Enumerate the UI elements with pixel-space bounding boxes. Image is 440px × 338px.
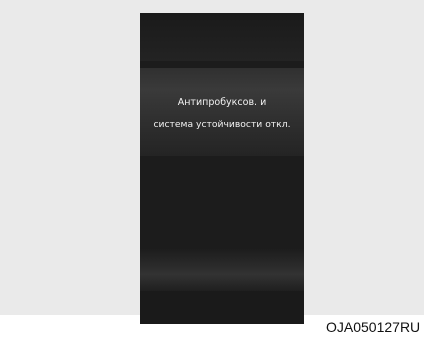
warning-message-line-2: система устойчивости откл. [153, 119, 291, 130]
warning-message-line-1: Антипробуксов. и [177, 97, 267, 108]
display-top-band [140, 13, 304, 61]
display-bottom-band [140, 249, 304, 291]
cluster-display: Антипробуксов. и система устойчивости от… [140, 13, 304, 324]
display-footer [140, 291, 304, 324]
warning-message-panel: Антипробуксов. и система устойчивости от… [140, 68, 304, 156]
figure-code-label: OJA050127RU [326, 319, 421, 335]
display-body [140, 156, 304, 249]
